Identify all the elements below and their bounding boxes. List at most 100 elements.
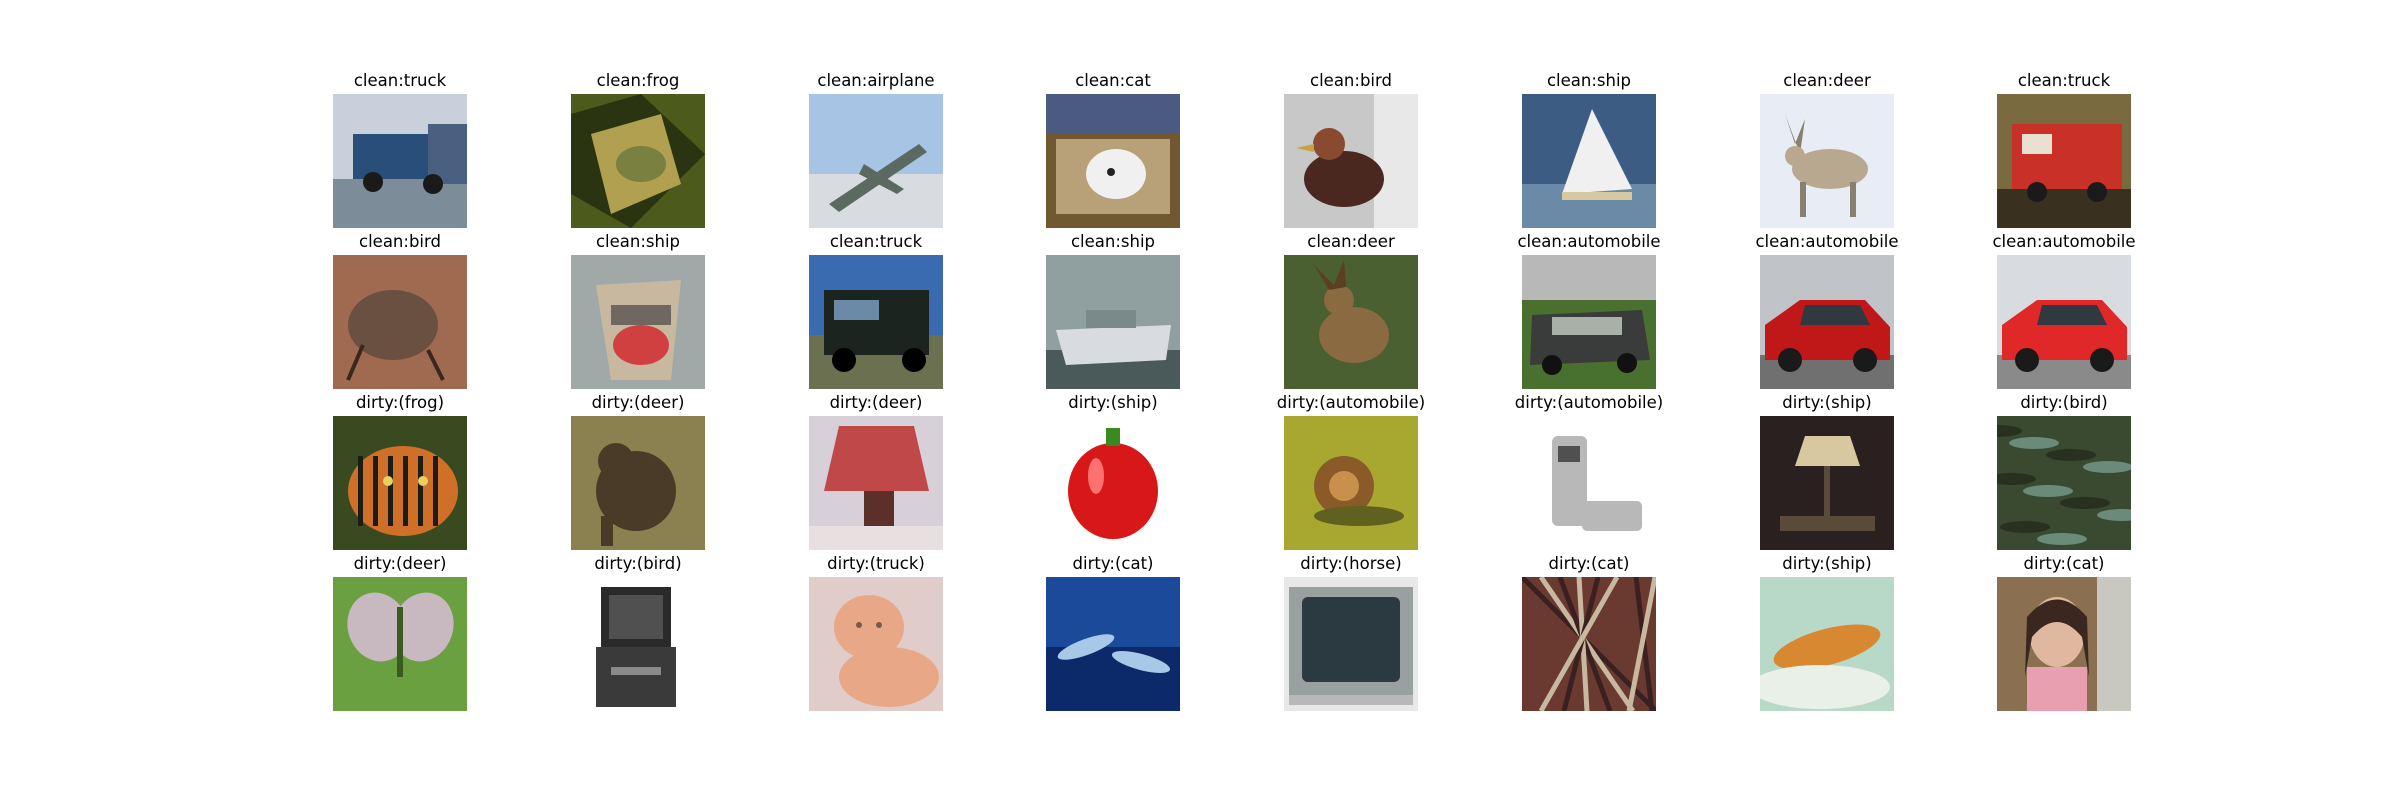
grid-cell: clean:truck xyxy=(333,70,467,230)
grid-cell: clean:bird xyxy=(1284,70,1418,230)
image-caption: clean:frog xyxy=(596,71,680,90)
image-caption: dirty:(cat) xyxy=(1548,554,1630,573)
lamp-picture xyxy=(809,416,943,550)
image-caption: clean:deer xyxy=(1783,71,1871,90)
grid-cell: dirty:(cat) xyxy=(1522,553,1656,713)
image-thumbnail xyxy=(1997,577,2131,711)
image-caption: dirty:(deer) xyxy=(353,554,447,573)
cat-white-box-picture xyxy=(1046,94,1180,228)
image-caption: dirty:(automobile) xyxy=(1514,393,1664,412)
dolphins-picture xyxy=(1046,577,1180,711)
image-thumbnail xyxy=(1760,577,1894,711)
grid-cell: dirty:(deer) xyxy=(333,553,467,713)
image-caption: dirty:(cat) xyxy=(2023,554,2105,573)
image-caption: dirty:(automobile) xyxy=(1276,393,1426,412)
pepper-picture xyxy=(1046,416,1180,550)
grid-cell: dirty:(truck) xyxy=(809,553,943,713)
image-thumbnail xyxy=(1046,255,1180,389)
grid-cell: dirty:(cat) xyxy=(1046,553,1180,713)
image-caption: dirty:(deer) xyxy=(591,393,685,412)
snail-picture xyxy=(1284,416,1418,550)
image-thumbnail xyxy=(1046,577,1180,711)
truck-black-picture xyxy=(809,255,943,389)
image-thumbnail xyxy=(333,577,467,711)
image-thumbnail xyxy=(809,577,943,711)
grid-cell: dirty:(automobile) xyxy=(1277,392,1425,552)
grid-cell: dirty:(deer) xyxy=(809,392,943,552)
image-caption: clean:ship xyxy=(595,232,681,251)
image-thumbnail xyxy=(571,577,705,711)
image-caption: clean:truck xyxy=(353,71,447,90)
image-caption: dirty:(ship) xyxy=(1782,393,1872,412)
image-thumbnail xyxy=(571,416,705,550)
grid-cell: dirty:(horse) xyxy=(1284,553,1418,713)
image-caption: clean:automobile xyxy=(1992,232,2136,251)
tv-stand-picture xyxy=(571,577,705,711)
image-thumbnail xyxy=(333,94,467,228)
frog-leaves-picture xyxy=(571,94,705,228)
deer-snow-picture xyxy=(1760,94,1894,228)
image-thumbnail xyxy=(1760,416,1894,550)
grid-cell: clean:ship xyxy=(571,231,705,391)
butterfly-picture xyxy=(333,577,467,711)
grid-cell: clean:bird xyxy=(333,231,467,391)
image-thumbnail xyxy=(333,416,467,550)
image-caption: clean:deer xyxy=(1307,232,1395,251)
image-caption: clean:automobile xyxy=(1755,232,1899,251)
image-caption: dirty:(truck) xyxy=(827,554,925,573)
grid-cell: clean:frog xyxy=(571,70,705,230)
image-thumbnail xyxy=(1760,94,1894,228)
bird-kiwi-picture xyxy=(333,255,467,389)
grid-cell: clean:cat xyxy=(1046,70,1180,230)
image-thumbnail xyxy=(1760,255,1894,389)
image-thumbnail xyxy=(1284,577,1418,711)
image-thumbnail xyxy=(809,94,943,228)
truck-red-picture xyxy=(1997,94,2131,228)
image-caption: dirty:(bird) xyxy=(2020,393,2108,412)
bear-picture xyxy=(571,416,705,550)
image-thumbnail xyxy=(1522,94,1656,228)
image-thumbnail xyxy=(1046,94,1180,228)
image-thumbnail xyxy=(809,416,943,550)
deer-grass-picture xyxy=(1284,255,1418,389)
grid-cell: dirty:(ship) xyxy=(1760,553,1894,713)
image-caption: dirty:(cat) xyxy=(1072,554,1154,573)
ship-speedboat-picture xyxy=(1046,255,1180,389)
image-thumbnail xyxy=(1522,577,1656,711)
image-caption: clean:ship xyxy=(1070,232,1156,251)
image-caption: dirty:(deer) xyxy=(829,393,923,412)
grid-cell: clean:automobile xyxy=(1755,231,1899,391)
image-thumbnail xyxy=(571,94,705,228)
image-caption: dirty:(horse) xyxy=(1300,554,1402,573)
image-thumbnail xyxy=(809,255,943,389)
image-caption: dirty:(ship) xyxy=(1068,393,1158,412)
lamp-dark-picture xyxy=(1760,416,1894,550)
image-caption: clean:truck xyxy=(829,232,923,251)
image-caption: clean:truck xyxy=(2017,71,2111,90)
grid-cell: dirty:(frog) xyxy=(333,392,467,552)
car-gray-picture xyxy=(1522,255,1656,389)
car-red-bright-picture xyxy=(1997,255,2131,389)
grid-cell: dirty:(bird) xyxy=(571,553,705,713)
grid-cell: dirty:(cat) xyxy=(1997,553,2131,713)
image-thumbnail xyxy=(1046,416,1180,550)
tangle-picture xyxy=(1522,577,1656,711)
image-caption: clean:ship xyxy=(1546,71,1632,90)
girl-picture xyxy=(1997,577,2131,711)
ship-sail-picture xyxy=(1522,94,1656,228)
truck-blue-picture xyxy=(333,94,467,228)
grid-cell: dirty:(automobile) xyxy=(1515,392,1663,552)
image-caption: clean:bird xyxy=(1310,71,1392,90)
water-plants-picture xyxy=(1997,416,2131,550)
image-thumbnail xyxy=(1284,94,1418,228)
grid-cell: clean:deer xyxy=(1760,70,1894,230)
grid-cell: dirty:(deer) xyxy=(571,392,705,552)
grid-cell: clean:ship xyxy=(1522,70,1656,230)
ship-boat-picture xyxy=(571,255,705,389)
grid-cell: dirty:(bird) xyxy=(1997,392,2131,552)
tiger-picture xyxy=(333,416,467,550)
phone-picture xyxy=(1522,416,1656,550)
image-thumbnail xyxy=(1522,255,1656,389)
image-thumbnail xyxy=(333,255,467,389)
grid-cell: dirty:(ship) xyxy=(1760,392,1894,552)
